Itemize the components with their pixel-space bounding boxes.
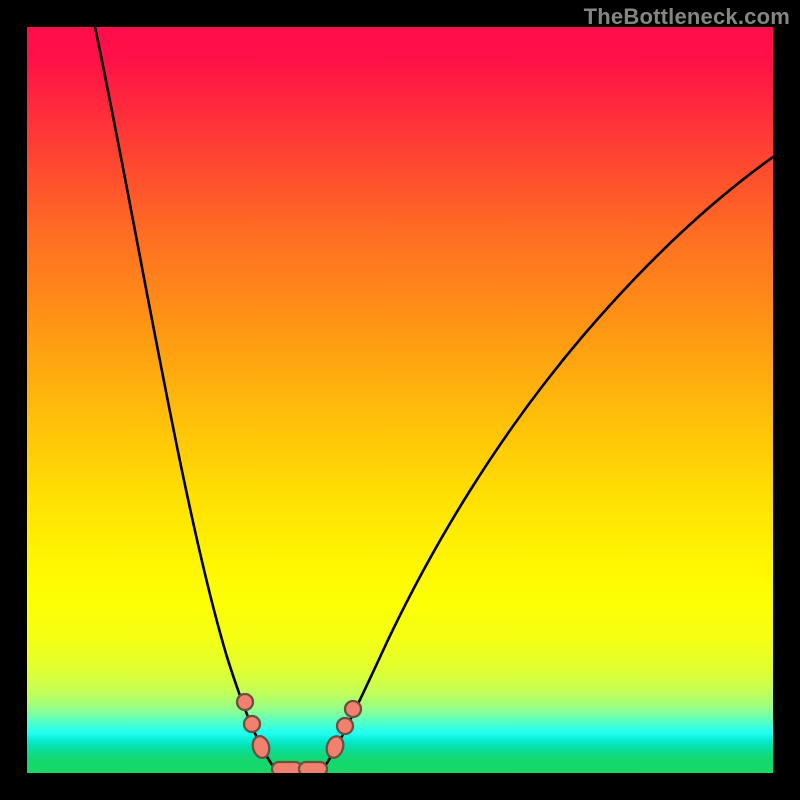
curve-layer (27, 27, 773, 773)
right-curve (323, 157, 773, 769)
marker-pill (324, 734, 346, 760)
marker-dot (244, 716, 260, 732)
watermark-text: TheBottleneck.com (584, 4, 790, 30)
marker-pill (250, 734, 271, 759)
plot-area (27, 27, 773, 773)
left-curve (95, 27, 275, 769)
marker-dot (237, 694, 253, 710)
marker-dot (345, 701, 361, 717)
chart-frame: TheBottleneck.com (0, 0, 800, 800)
marker-dot (337, 718, 353, 734)
marker-pill (272, 762, 302, 773)
marker-pill (299, 762, 327, 773)
